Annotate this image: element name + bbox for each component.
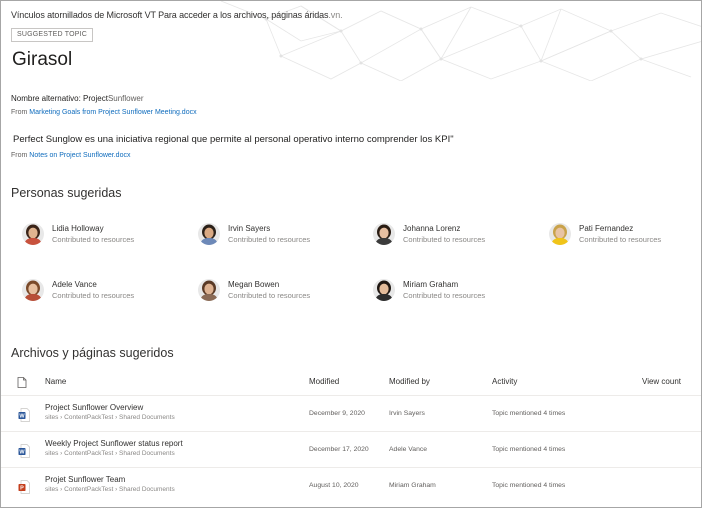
column-header-activity[interactable]: Activity xyxy=(492,377,517,386)
person-name[interactable]: Irvin Sayers xyxy=(228,224,270,233)
person-card[interactable]: Miriam Graham Contributed to resources xyxy=(373,279,543,305)
person-name[interactable]: Pati Fernandez xyxy=(579,224,633,233)
file-modified-date: August 10, 2020 xyxy=(309,482,359,489)
file-modified-by: Miriam Graham xyxy=(389,482,436,489)
file-type-letter: P xyxy=(20,486,24,492)
file-modified-date: December 17, 2020 xyxy=(309,446,369,453)
table-row[interactable]: W Project Sunflower Overview sites › Conte… xyxy=(1,395,701,431)
person-name[interactable]: Lidia Holloway xyxy=(52,224,104,233)
source-line-2: From Notes on Project Sunflower.docx xyxy=(11,152,130,159)
definition-quote: Perfect Sunglow es una iniciativa region… xyxy=(13,134,454,145)
topic-page: Vínculos atornillados de Microsoft VT Pa… xyxy=(0,0,702,508)
person-card[interactable]: Lidia Holloway Contributed to resources xyxy=(22,223,192,249)
avatar-face xyxy=(555,227,565,239)
source-prefix: From xyxy=(11,152,28,159)
avatar[interactable] xyxy=(198,279,220,301)
header-links-main: Vínculos atornillados de Microsoft VT Pa… xyxy=(11,10,329,20)
header-links-text: Vínculos atornillados de Microsoft VT Pa… xyxy=(11,10,343,20)
file-name[interactable]: Weekly Project Sunflower status report xyxy=(45,439,183,448)
table-row[interactable]: W Weekly Project Sunflower status report s… xyxy=(1,431,701,467)
file-name[interactable]: Projet Sunflower Team xyxy=(45,475,125,484)
file-path: sites › ContentPackTest › Shared Documen… xyxy=(45,486,175,493)
alternate-name-value: Sunflower xyxy=(107,94,144,103)
file-path: sites › ContentPackTest › Shared Documen… xyxy=(45,414,175,421)
person-subtitle: Contributed to resources xyxy=(228,291,311,300)
file-activity: Topic mentioned 4 times xyxy=(492,446,566,453)
person-name[interactable]: Adele Vance xyxy=(52,280,97,289)
file-modified-by: Irvin Sayers xyxy=(389,410,425,417)
file-type-letter: W xyxy=(19,414,25,420)
avatar[interactable] xyxy=(373,223,395,245)
alternate-name: Nombre alternativo: ProjectSunflower xyxy=(11,94,144,103)
person-name[interactable]: Johanna Lorenz xyxy=(403,224,460,233)
suggested-topic-badge: SUGGESTED TOPIC xyxy=(11,28,94,42)
avatar[interactable] xyxy=(22,223,44,245)
person-card[interactable]: Johanna Lorenz Contributed to resources xyxy=(373,223,543,249)
avatar-face xyxy=(379,227,389,239)
source-link-notes[interactable]: Notes on Project Sunflower.docx xyxy=(29,152,130,159)
header-links-tail: .vn. xyxy=(328,10,343,20)
avatar[interactable] xyxy=(549,223,571,245)
person-card[interactable]: Megan Bowen Contributed to resources xyxy=(198,279,368,305)
powerpoint-file-icon: P xyxy=(18,480,30,494)
file-name[interactable]: Project Sunflower Overview xyxy=(45,403,143,412)
person-subtitle: Contributed to resources xyxy=(403,291,486,300)
alternate-name-label: Nombre alternativo: Project xyxy=(11,94,108,103)
word-file-icon: W xyxy=(18,408,30,422)
person-card[interactable]: Pati Fernandez Contributed to resources xyxy=(549,223,701,249)
word-file-icon: W xyxy=(18,444,30,458)
column-header-name[interactable]: Name xyxy=(45,377,66,386)
file-path: sites › ContentPackTest › Shared Documen… xyxy=(45,450,175,457)
page-title: Girasol xyxy=(12,49,73,70)
person-subtitle: Contributed to resources xyxy=(579,235,662,244)
file-activity: Topic mentioned 4 times xyxy=(492,482,566,489)
person-subtitle: Contributed to resources xyxy=(403,235,486,244)
avatar[interactable] xyxy=(373,279,395,301)
person-name[interactable]: Miriam Graham xyxy=(403,280,458,289)
file-modified-date: December 9, 2020 xyxy=(309,410,365,417)
table-row[interactable]: P Projet Sunflower Team sites › ContentPac… xyxy=(1,467,701,503)
person-name[interactable]: Megan Bowen xyxy=(228,280,279,289)
avatar-face xyxy=(28,283,38,295)
column-header-modified-by[interactable]: Modified by xyxy=(389,377,430,386)
source-prefix: From xyxy=(11,109,28,116)
avatar-face xyxy=(204,227,214,239)
person-subtitle: Contributed to resources xyxy=(52,291,135,300)
file-activity: Topic mentioned 4 times xyxy=(492,410,566,417)
person-card[interactable]: Adele Vance Contributed to resources xyxy=(22,279,192,305)
people-section-heading: Personas sugeridas xyxy=(11,186,122,200)
column-header-view-count[interactable]: View count xyxy=(642,377,681,386)
table-header: Name Modified Modified by Activity View … xyxy=(1,369,701,395)
avatar[interactable] xyxy=(198,223,220,245)
file-type-icon[interactable] xyxy=(17,377,27,388)
person-subtitle: Contributed to resources xyxy=(228,235,311,244)
column-header-modified[interactable]: Modified xyxy=(309,377,339,386)
source-link-marketing-goals[interactable]: Marketing Goals from Project Sunflower M… xyxy=(29,109,196,116)
source-line-1: From Marketing Goals from Project Sunflo… xyxy=(11,109,197,116)
avatar-face xyxy=(28,227,38,239)
person-card[interactable]: Irvin Sayers Contributed to resources xyxy=(198,223,368,249)
person-subtitle: Contributed to resources xyxy=(52,235,135,244)
avatar-face xyxy=(204,283,214,295)
files-section-heading: Archivos y páginas sugeridos xyxy=(11,346,174,360)
file-modified-by: Adele Vance xyxy=(389,446,428,453)
avatar-face xyxy=(379,283,389,295)
file-type-letter: W xyxy=(19,450,25,456)
avatar[interactable] xyxy=(22,279,44,301)
